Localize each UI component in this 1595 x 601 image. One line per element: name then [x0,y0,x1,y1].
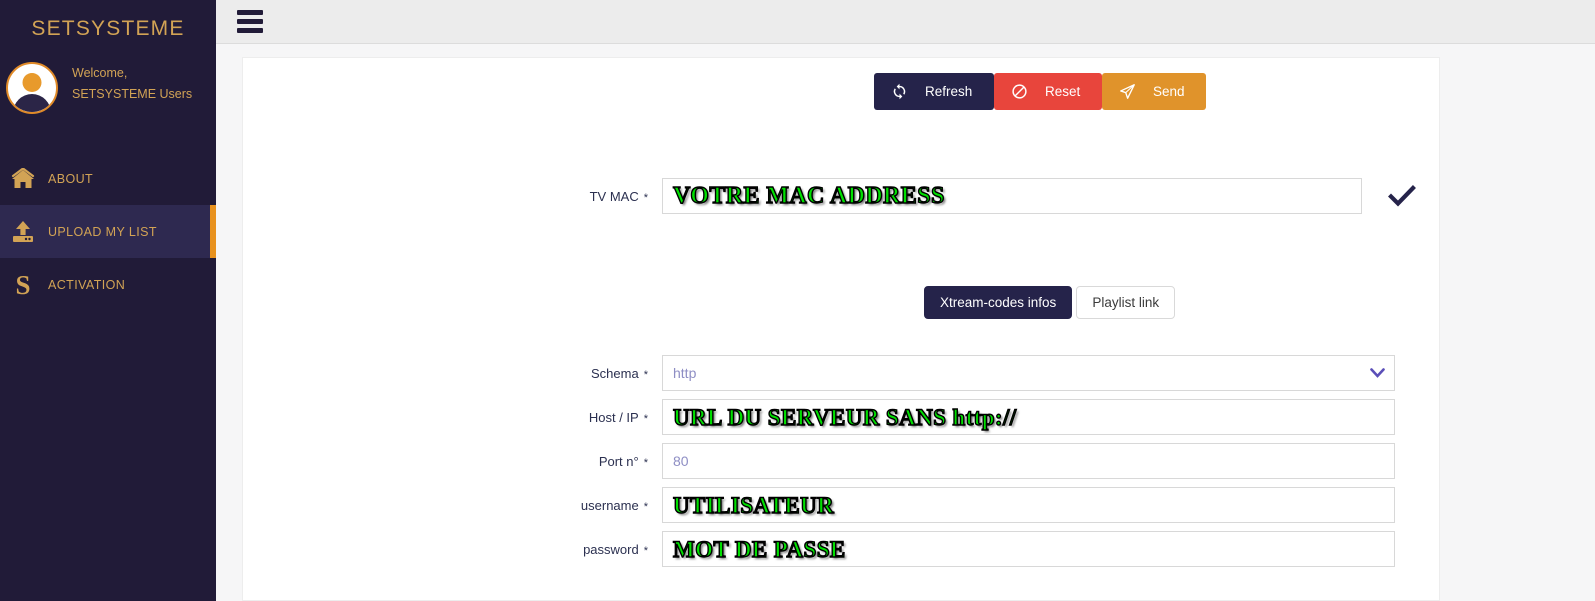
username-input[interactable]: UTILISATEUR [662,487,1395,523]
host-ip-input[interactable]: URL DU SERVEUR SANS http:// [662,399,1395,435]
password-label: password * [583,541,648,557]
required-asterisk: * [643,191,648,204]
refresh-icon [891,83,908,100]
schema-value: http [673,365,697,381]
username-label: username * [580,497,648,513]
paper-plane-icon [1119,83,1136,100]
host-ip-value: URL DU SERVEUR SANS http:// [672,404,1017,430]
user-profile-block: Welcome, SETSYSTEME Users [0,54,216,114]
send-button-label: Send [1153,84,1185,99]
schema-label: Schema * [591,365,648,381]
required-asterisk: * [643,544,648,557]
required-asterisk: * [643,500,648,513]
app-root: SETSYSTEME Welcome, SETSYSTEME Users ABO… [0,0,1595,601]
main-region: Refresh Reset Send TV MAC * VOTRE MAC AD… [216,0,1595,601]
form-row-password: password * MOT DE PASSE [243,531,1439,567]
upload-icon [10,219,36,245]
welcome-text: Welcome, SETSYSTEME Users [72,60,192,104]
home-icon [10,166,36,192]
reset-button[interactable]: Reset [994,73,1102,110]
brand-logo: SETSYSTEME [31,17,185,40]
host-ip-label: Host / IP * [588,409,648,425]
password-value: MOT DE PASSE [672,536,846,562]
username-value: UTILISATEUR [672,492,835,518]
sidebar-item-about[interactable]: ABOUT [0,152,216,205]
tv-mac-input[interactable]: VOTRE MAC ADDRESS [662,178,1362,214]
form-row-schema: Schema * http [243,355,1439,391]
checkmark-icon[interactable] [1388,184,1416,208]
sidebar-item-activation[interactable]: S ACTIVATION [0,258,216,311]
letter-s-icon: S [15,269,31,300]
ban-icon [1011,83,1028,100]
form-row-port: Port n° * 80 [243,443,1439,479]
welcome-username: SETSYSTEME Users [72,87,193,101]
sidebar-item-label: UPLOAD MY LIST [48,224,157,239]
sidebar-item-upload-my-list[interactable]: UPLOAD MY LIST [0,205,216,258]
tab-playlist-link[interactable]: Playlist link [1076,286,1176,319]
form-row-username: username * UTILISATEUR [243,487,1439,523]
tab-xtream-codes-infos[interactable]: Xtream-codes infos [924,286,1073,319]
sidebar: SETSYSTEME Welcome, SETSYSTEME Users ABO… [0,0,216,601]
refresh-button[interactable]: Refresh [874,73,994,110]
tab-group: Xtream-codes infos Playlist link [924,286,1176,319]
required-asterisk: * [643,368,648,381]
chevron-down-icon [1370,368,1385,378]
password-input[interactable]: MOT DE PASSE [662,531,1395,567]
user-avatar-icon [6,62,58,114]
refresh-button-label: Refresh [925,84,973,99]
topbar [216,0,1595,44]
required-asterisk: * [643,456,648,469]
welcome-greeting: Welcome, [72,66,128,80]
reset-button-label: Reset [1045,84,1081,99]
xtream-codes-form: Schema * http Host / IP * URL DU SERVEUR… [243,355,1439,575]
tv-mac-value: VOTRE MAC ADDRESS [672,183,945,209]
port-value: 80 [673,453,689,469]
send-button[interactable]: Send [1102,73,1206,110]
form-card: Refresh Reset Send TV MAC * VOTRE MAC AD… [242,57,1440,601]
port-label: Port n° * [598,453,648,469]
content-area: Refresh Reset Send TV MAC * VOTRE MAC AD… [216,44,1595,601]
form-row-host-ip: Host / IP * URL DU SERVEUR SANS http:// [243,399,1439,435]
action-button-group: Refresh Reset Send [874,73,1206,110]
schema-select[interactable]: http [662,355,1395,391]
sidebar-nav: ABOUT UPLOAD MY LIST S ACTIVATION [0,152,216,311]
sidebar-item-label: ABOUT [48,171,94,186]
sidebar-item-label: ACTIVATION [48,277,126,292]
hamburger-menu-icon[interactable] [237,10,263,33]
required-asterisk: * [643,412,648,425]
tv-mac-label: TV MAC * [589,188,648,204]
tv-mac-row: TV MAC * VOTRE MAC ADDRESS [243,178,1439,214]
port-input[interactable]: 80 [662,443,1395,479]
